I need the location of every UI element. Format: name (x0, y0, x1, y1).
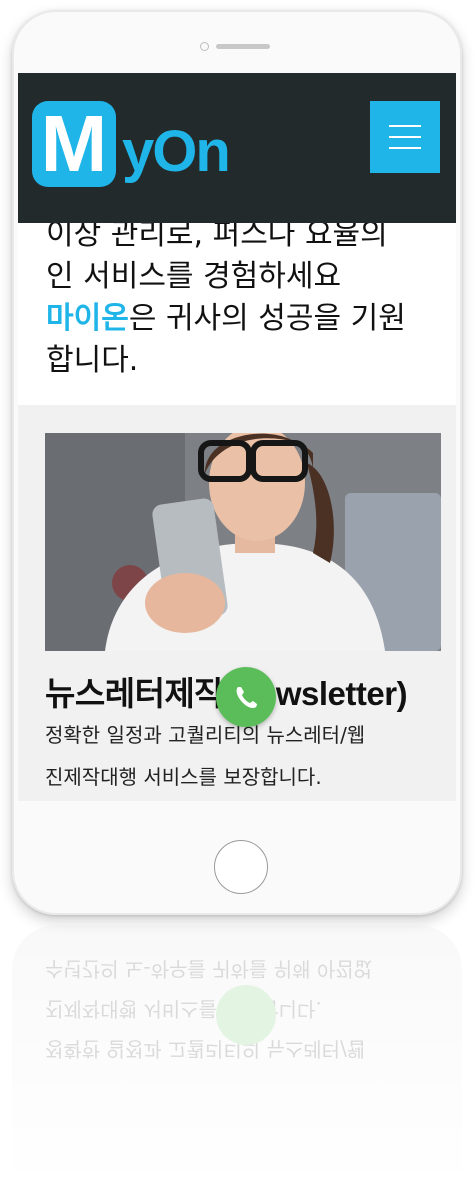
intro-line-2: 인 서비스를 경험하세요 (46, 259, 342, 294)
newsletter-photo (45, 433, 441, 651)
hamburger-icon-bar (389, 136, 421, 138)
site-header: M yOn (18, 73, 456, 223)
phone-reflection: 수년간의 노-하우를 귀하를 위해 아낌없 진제작대행 서비스를 보장합니다. … (12, 925, 462, 1175)
reflection-call-button (216, 985, 276, 1045)
newsletter-desc-2: 진제작대행 서비스를 보장합니다. (45, 765, 322, 789)
call-button[interactable] (216, 667, 276, 727)
reflection-content: 수년간의 노-하우를 귀하를 위해 아낌없 진제작대행 서비스를 보장합니다. … (12, 925, 462, 1175)
woman-with-phone-image (45, 433, 441, 651)
intro-line-3: 마이온은 귀사의 성공을 기원 (46, 293, 406, 337)
reflection-line-2: 진제작대행 서비스를 보장합니다. (45, 997, 322, 1021)
menu-button[interactable] (370, 101, 440, 173)
newsletter-card: 뉴스레터제작(Newsletter) 정확한 일정과 고퀄리티의 뉴스레터/웹 … (18, 405, 456, 801)
phone-frame: M yOn 이상 관리로, 퍼스나 요율의 인 서비스를 경험하세요 마이온은 … (12, 10, 462, 915)
speaker-grille (216, 44, 270, 49)
front-camera (200, 42, 209, 51)
intro-line-3-text: 은 귀사의 성공을 기원 (128, 301, 406, 336)
intro-line-4: 합니다. (46, 343, 139, 378)
newsletter-title-ko: 뉴스레터제작 (45, 674, 225, 713)
home-button[interactable] (214, 840, 268, 894)
hamburger-icon-bar (389, 147, 421, 149)
reflection-line-1: 정확한 일정과 고퀄리티의 뉴스레터/웹 (45, 1037, 366, 1061)
logo-letter[interactable]: M (32, 101, 116, 187)
newsletter-desc-1: 정확한 일정과 고퀄리티의 뉴스레터/웹 (45, 723, 366, 747)
brand-highlight: 마이온 (46, 301, 129, 336)
logo-text[interactable]: yOn (122, 117, 231, 187)
phone-icon (236, 687, 257, 708)
hamburger-icon (389, 125, 421, 127)
reflection-line-3: 수년간의 노-하우를 귀하를 위해 아낌없 (45, 957, 373, 981)
